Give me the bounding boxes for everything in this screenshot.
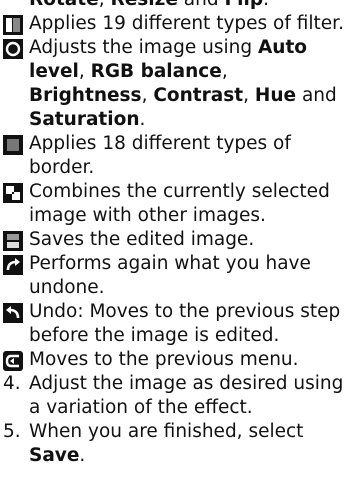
item-text: Performs again what you have undone. bbox=[29, 253, 311, 298]
list-item-redo: Performs again what you have undone. bbox=[0, 252, 350, 300]
flip-term: Flip bbox=[225, 0, 264, 10]
intro-continuation: Rotate, Resize and Flip. bbox=[0, 0, 350, 12]
filter-icon bbox=[3, 15, 23, 35]
combine-icon bbox=[3, 183, 23, 203]
undo-icon bbox=[3, 303, 23, 323]
item-text: Undo: Moves to the previous step before … bbox=[29, 301, 341, 346]
step-5: 5. When you are finished, select Save. bbox=[3, 421, 304, 466]
rotate-term: Rotate bbox=[29, 0, 99, 10]
border-icon bbox=[3, 135, 23, 155]
adjust-icon bbox=[3, 39, 23, 59]
list-item-adjust: Adjusts the image using Auto level, RGB … bbox=[0, 36, 350, 132]
item-text: Saves the edited image. bbox=[29, 229, 255, 250]
save-term: Save bbox=[29, 445, 80, 466]
save-icon bbox=[3, 231, 23, 251]
list-item-save: Saves the edited image. bbox=[0, 228, 350, 252]
list-item-combine: Combines the currently selected image wi… bbox=[0, 180, 350, 228]
manual-page: Rotate, Resize and Flip. Applies 19 diff… bbox=[0, 0, 350, 468]
redo-icon bbox=[3, 255, 23, 275]
resize-term: Resize bbox=[110, 0, 177, 10]
item-text: Combines the currently selected image wi… bbox=[29, 181, 330, 226]
step-4: 4. Adjust the image as desired using a v… bbox=[0, 372, 350, 420]
step-text: Adjust the image as desired using a vari… bbox=[29, 373, 344, 418]
back-icon bbox=[3, 351, 23, 371]
step-number: 5. bbox=[3, 421, 21, 442]
step-number: 4. bbox=[3, 373, 21, 394]
list-item-filter: Applies 19 different types of filter. bbox=[0, 12, 350, 36]
item-text: Moves to the previous menu. bbox=[29, 349, 299, 370]
list-item-back: Moves to the previous menu. bbox=[0, 348, 350, 372]
item-text: Applies 19 different types of filter. bbox=[29, 13, 344, 34]
item-text: Applies 18 different types of border. bbox=[29, 133, 291, 178]
list-item-border: Applies 18 different types of border. bbox=[0, 132, 350, 180]
list-item-undo: Undo: Moves to the previous step before … bbox=[0, 300, 350, 348]
